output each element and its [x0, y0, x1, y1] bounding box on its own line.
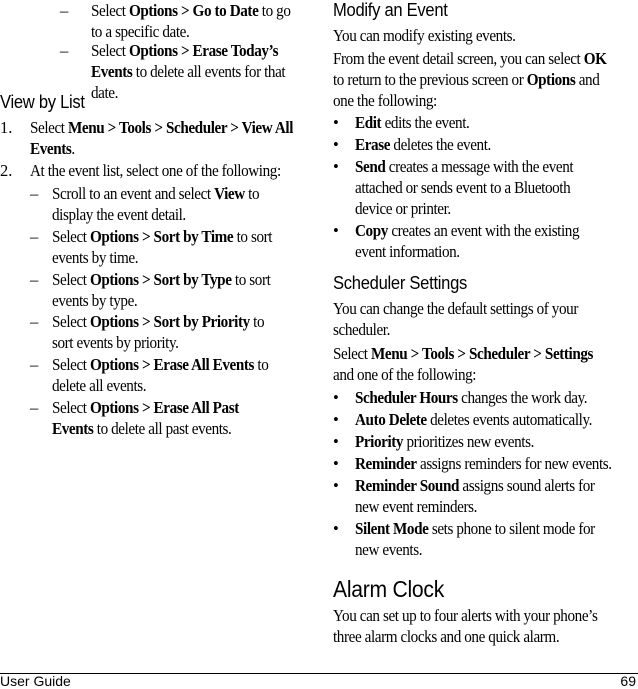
list-item-text: Select Options > Sort by Time to sort ev…	[52, 226, 282, 268]
bold-term: Menu > Tools > Scheduler > View All Even…	[30, 118, 294, 158]
text-run: At the event list, select one of the fol…	[30, 161, 281, 180]
page-number: 69	[620, 673, 636, 689]
section-heading-view-by-list: View by List	[0, 92, 85, 112]
bullet-marker: •	[333, 113, 339, 132]
bullet-marker: •	[333, 519, 339, 538]
bold-term: Reminder	[355, 454, 417, 473]
text-run: edits the event.	[381, 113, 470, 132]
text-run: and one of the following:	[333, 365, 477, 384]
text-run: changes the work day.	[457, 388, 588, 407]
dash-marker: –	[30, 227, 39, 246]
section-heading-scheduler-settings: Scheduler Settings	[333, 273, 468, 293]
bold-term: Options > Go to Date	[128, 1, 259, 20]
list-item-text: Select Options > Sort by Priority to sor…	[52, 311, 282, 353]
bullet-marker: •	[333, 476, 339, 495]
text-run: Select	[333, 344, 371, 363]
bullet-marker: •	[333, 135, 339, 154]
bold-term: Menu > Tools > Scheduler > Settings	[370, 344, 594, 363]
bold-term: Priority	[355, 432, 404, 451]
dash-marker: –	[30, 270, 39, 289]
bullet-marker: •	[333, 157, 339, 176]
bold-term: Options > Sort by Type	[89, 270, 232, 289]
bullet-text: Send creates a message with the event at…	[355, 156, 609, 219]
footer-rule	[0, 673, 638, 674]
dash-marker: –	[30, 184, 39, 203]
text-run: prioritizes new events.	[403, 432, 534, 451]
list-item-text: Select Options > Erase All Past Events t…	[52, 397, 259, 439]
text-run: Select	[52, 355, 90, 374]
bold-term: Edit	[355, 113, 382, 132]
text-run: assigns reminders for new events.	[416, 454, 612, 473]
text-run: Select	[52, 227, 90, 246]
bullet-marker: •	[333, 221, 339, 240]
bullet-text: Edit edits the event.	[355, 112, 613, 133]
text-run: creates a message with the event attache…	[355, 157, 574, 218]
text-run: creates an event with the existing event…	[355, 221, 580, 261]
text-run: Select	[52, 398, 90, 417]
bold-term: Send	[355, 157, 386, 176]
text-run: Select	[91, 41, 129, 60]
bold-term: Options > Sort by Priority	[89, 312, 250, 331]
bold-term: Options > Erase All Events	[89, 355, 255, 374]
section-heading-alarm-clock: Alarm Clock	[333, 576, 445, 602]
bullet-marker: •	[333, 410, 339, 429]
dash-marker: –	[30, 355, 39, 374]
bullet-text: Reminder Sound assigns sound alerts for …	[355, 475, 608, 517]
step-text: At the event list, select one of the fol…	[30, 160, 293, 181]
text-run: to delete all past events.	[93, 419, 232, 438]
bullet-marker: •	[333, 388, 339, 407]
bold-term: Erase	[355, 135, 391, 154]
bullet-text: Reminder assigns reminders for new event…	[355, 453, 617, 474]
text-run: Select	[52, 270, 90, 289]
dash-marker: –	[30, 398, 39, 417]
text-run: .	[71, 139, 75, 158]
bold-term: OK	[583, 49, 607, 68]
settings-paragraph: Select Menu > Tools > Scheduler > Settin…	[333, 343, 613, 385]
modify-paragraph: From the event detail screen, you can se…	[333, 48, 613, 111]
bold-term: Options	[526, 70, 576, 89]
bold-term: Scheduler Hours	[355, 388, 458, 407]
text-run: deletes events automatically.	[426, 410, 593, 429]
bold-term: Reminder Sound	[355, 476, 460, 495]
text-run: Select	[30, 118, 68, 137]
text-run: to return to the previous screen or	[333, 70, 527, 89]
step-number: 2.	[0, 161, 13, 180]
list-item-text: Select Options > Sort by Type to sort ev…	[52, 269, 282, 311]
alarm-body: You can set up to four alerts with your …	[333, 606, 598, 646]
dash-marker: –	[30, 312, 39, 331]
bullet-text: Scheduler Hours changes the work day.	[355, 387, 617, 408]
bullet-text: Copy creates an event with the existing …	[355, 220, 609, 262]
step-number: 1.	[0, 118, 13, 137]
dash-marker: –	[60, 41, 69, 60]
text-run: Select	[91, 1, 129, 20]
list-item-text: Scroll to an event and select View to di…	[52, 183, 282, 225]
bold-term: Auto Delete	[355, 410, 427, 429]
list-item-text: Select Options > Go to Date to go to a s…	[91, 0, 301, 42]
bold-term: Copy	[355, 221, 388, 240]
footer-title: User Guide	[0, 673, 71, 689]
step-text: Select Menu > Tools > Scheduler > View A…	[30, 117, 293, 159]
bold-term: View	[214, 184, 245, 203]
bullet-marker: •	[333, 454, 339, 473]
modify-intro: You can modify existing events.	[333, 26, 516, 45]
section-heading-modify-event: Modify an Event	[333, 0, 448, 20]
bullet-text: Erase deletes the event.	[355, 134, 613, 155]
text-run: Scroll to an event and select	[52, 184, 215, 203]
bullet-text: Auto Delete deletes events automatically…	[355, 409, 617, 430]
text-run: Select	[52, 312, 90, 331]
dash-marker: –	[60, 1, 69, 20]
list-item-text: Select Options > Erase All Events to del…	[52, 354, 282, 396]
bullet-text: Priority prioritizes new events.	[355, 431, 617, 452]
text-run: From the event detail screen, you can se…	[333, 49, 584, 68]
text-run: deletes the event.	[390, 135, 491, 154]
settings-intro: You can change the default settings of y…	[333, 299, 578, 339]
bullet-marker: •	[333, 432, 339, 451]
bullet-text: Silent Mode sets phone to silent mode fo…	[355, 518, 608, 560]
bold-term: Options > Sort by Time	[89, 227, 234, 246]
list-item-text: Select Options > Erase Today’s Events to…	[91, 40, 301, 103]
bold-term: Silent Mode	[355, 519, 429, 538]
